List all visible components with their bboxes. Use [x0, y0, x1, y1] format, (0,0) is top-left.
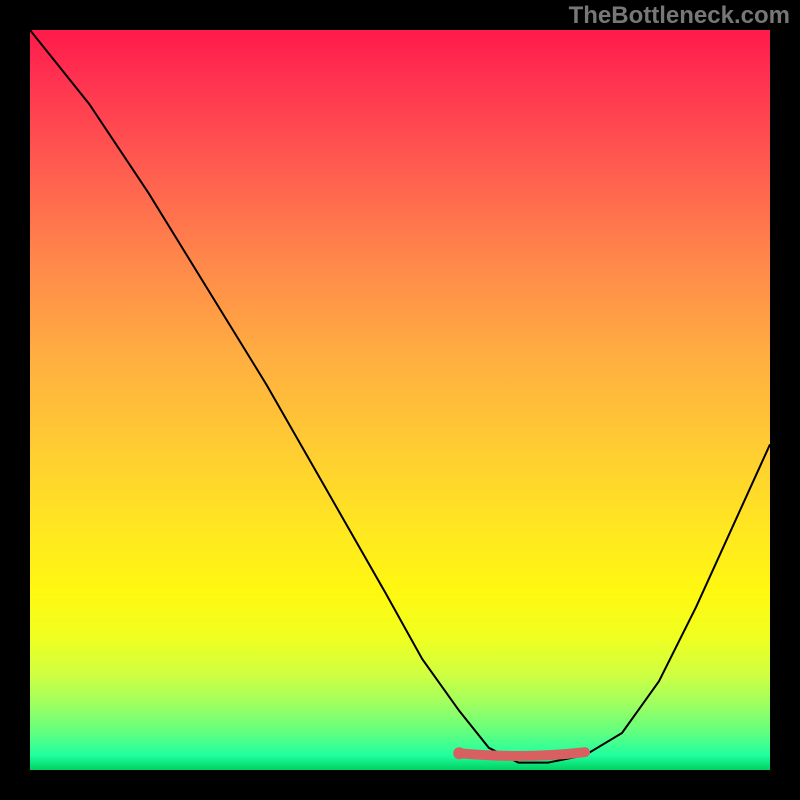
optimal-marker-line [459, 752, 585, 756]
chart-plot-area [30, 30, 770, 770]
chart-svg [30, 30, 770, 770]
bottleneck-curve [30, 30, 770, 763]
watermark-text: TheBottleneck.com [569, 2, 790, 30]
optimal-marker-dot [453, 747, 465, 759]
